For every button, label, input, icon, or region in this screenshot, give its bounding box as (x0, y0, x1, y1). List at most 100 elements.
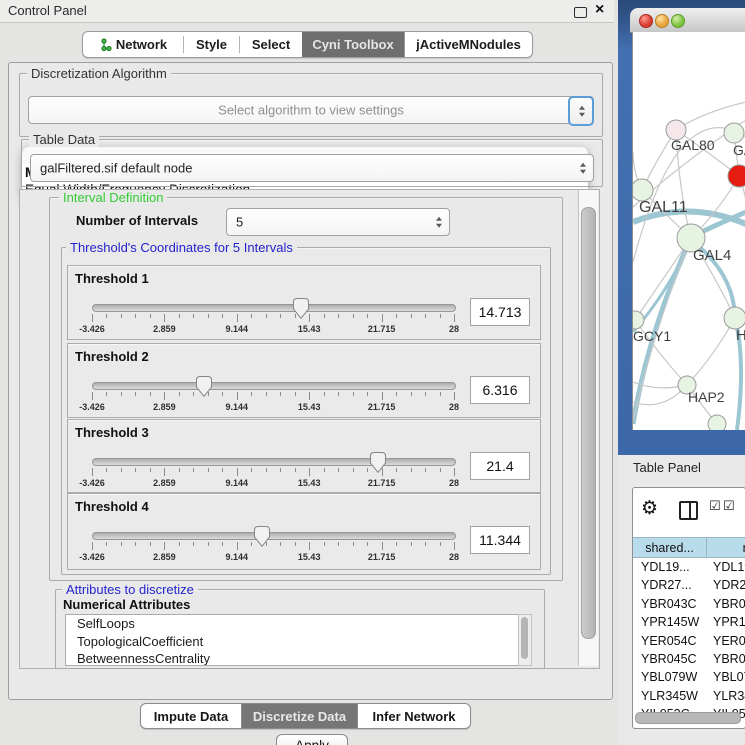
tab-select[interactable]: Select (240, 32, 302, 57)
tick-mark (454, 542, 455, 550)
node-gal[interactable] (724, 123, 744, 143)
node-gal11[interactable] (633, 179, 653, 201)
attribute-list-item[interactable]: BetweennessCentrality (66, 650, 518, 666)
tick-mark (280, 542, 281, 546)
tick-mark (164, 392, 165, 400)
close-icon[interactable]: × (595, 1, 604, 19)
tick-mark (208, 468, 209, 472)
float-window-icon[interactable] (574, 7, 587, 18)
tab-impute-data-label: Impute Data (154, 709, 228, 724)
threshold-4-slider[interactable]: -3.4262.8599.14415.4321.71528 (92, 524, 454, 564)
cell-name[interactable]: YDR27 (707, 576, 745, 594)
threshold-1-slider[interactable]: -3.4262.8599.14415.4321.71528 (92, 296, 454, 336)
cell-name[interactable]: YDL19 (707, 558, 745, 576)
cell-shared-name[interactable]: YDL19... (633, 558, 707, 576)
checkbox-icon[interactable]: ☑ (709, 499, 721, 514)
table-row[interactable]: YBL079WYBL079W (633, 668, 745, 686)
cell-shared-name[interactable]: YDR27... (633, 576, 707, 594)
node-label-gal: GAL (733, 142, 745, 158)
attribute-list-item[interactable]: SelfLoops (66, 615, 518, 633)
cell-name[interactable]: YBR043C (707, 595, 745, 613)
node-red-selected[interactable] (728, 165, 745, 187)
threshold-4-label: Threshold 4 (75, 499, 149, 514)
attributes-list-scrollbar[interactable] (518, 614, 532, 666)
tick-mark (353, 468, 354, 472)
zoom-traffic-light-icon[interactable] (671, 14, 685, 28)
gear-icon[interactable]: ⚙ (641, 497, 658, 519)
number-of-intervals-combobox[interactable]: 5 (226, 208, 450, 236)
close-traffic-light-icon[interactable] (639, 14, 653, 28)
tick-mark (382, 314, 383, 322)
columns-icon[interactable] (679, 501, 698, 520)
slider-track[interactable] (92, 382, 456, 390)
slider-track[interactable] (92, 304, 456, 312)
table-row[interactable]: YBR045CYBR045C (633, 650, 745, 668)
threshold-4-value-field[interactable]: 11.344 (470, 526, 530, 554)
cell-shared-name[interactable]: YLR345W (633, 687, 707, 705)
threshold-3-slider[interactable]: -3.4262.8599.14415.4321.71528 (92, 450, 454, 490)
threshold-1-value-field[interactable]: 14.713 (470, 298, 530, 326)
table-row[interactable]: YBR043CYBR043C (633, 595, 745, 613)
algorithm-combobox-stepper[interactable] (568, 96, 594, 126)
cyni-bottom-tabbar: Impute Data Discretize Data Infer Networ… (140, 703, 471, 729)
tick-mark (425, 392, 426, 396)
slider-track[interactable] (92, 458, 456, 466)
table-row[interactable]: YER054CYER054C (633, 632, 745, 650)
tick-mark (440, 314, 441, 318)
cell-name[interactable]: YLR345W (707, 687, 745, 705)
tab-infer-network[interactable]: Infer Network (357, 704, 470, 728)
cell-name[interactable]: YPR145W (707, 613, 745, 631)
slider-ticks (92, 314, 454, 323)
checkbox-icon[interactable]: ☑ (723, 499, 735, 514)
table-row[interactable]: YDR27...YDR27 (633, 576, 745, 594)
tick-mark (150, 314, 151, 318)
threshold-1-panel: Threshold 1 -3.4262.8599.14415.4321.7152… (67, 265, 541, 340)
threshold-2-panel: Threshold 2 -3.4262.8599.14415.4321.7152… (67, 343, 541, 418)
tick-mark (266, 542, 267, 546)
cell-name[interactable]: YBL079W (707, 668, 745, 686)
horizontal-scrollbar-thumb[interactable] (635, 712, 741, 724)
tick-mark (338, 542, 339, 546)
node-gcy1[interactable] (633, 311, 644, 329)
tab-jactivemnodules[interactable]: jActiveMNodules (404, 32, 532, 57)
apply-button[interactable]: Apply (276, 734, 348, 745)
minimize-traffic-light-icon[interactable] (655, 14, 669, 28)
tab-style[interactable]: Style (184, 32, 239, 57)
cell-shared-name[interactable]: YBL079W (633, 668, 707, 686)
algorithm-combobox[interactable]: Select algorithm to view settings (28, 96, 594, 124)
table-row[interactable]: YPR145WYPR145W (633, 613, 745, 631)
attribute-list-item[interactable]: TopologicalCoefficient (66, 633, 518, 651)
node-bottom[interactable] (708, 415, 726, 430)
slider-track[interactable] (92, 532, 456, 540)
table-data-group: Table Data galFiltered.sif default node (21, 139, 603, 187)
threshold-2-value-field[interactable]: 6.316 (470, 376, 530, 404)
threshold-2-slider[interactable]: -3.4262.8599.14415.4321.71528 (92, 374, 454, 414)
table-row[interactable]: YDL19...YDL19 (633, 558, 745, 576)
cell-shared-name[interactable]: YBR043C (633, 595, 707, 613)
table-row[interactable]: YLR345WYLR345W (633, 687, 745, 705)
column-header-name[interactable]: na (707, 537, 745, 558)
tab-network[interactable]: Network (83, 32, 183, 57)
cell-shared-name[interactable]: YER054C (633, 632, 707, 650)
network-canvas[interactable]: GAL80 GAL GAL11 GAL4 GCY1 H HAP2 (632, 32, 745, 430)
cell-name[interactable]: YER054C (707, 632, 745, 650)
tab-impute-data[interactable]: Impute Data (141, 704, 241, 728)
numerical-attributes-list[interactable]: SelfLoopsTopologicalCoefficientBetweenne… (65, 614, 519, 666)
network-icon (99, 38, 112, 52)
vertical-scrollbar-thumb[interactable] (581, 207, 596, 639)
threshold-3-value-field[interactable]: 21.4 (470, 452, 530, 480)
tick-mark (222, 542, 223, 546)
table-data-combobox[interactable]: galFiltered.sif default node (30, 154, 594, 182)
cell-shared-name[interactable]: YPR145W (633, 613, 707, 631)
node-h[interactable] (724, 307, 745, 329)
cell-shared-name[interactable]: YBR045C (633, 650, 707, 668)
tab-discretize-data[interactable]: Discretize Data (241, 704, 357, 728)
tick-mark (411, 392, 412, 396)
tab-cyni-toolbox[interactable]: Cyni Toolbox (302, 32, 404, 57)
network-window-titlebar[interactable] (630, 8, 745, 33)
tick-mark (208, 542, 209, 546)
column-header-shared[interactable]: shared... (633, 537, 707, 558)
cell-name[interactable]: YBR045C (707, 650, 745, 668)
tick-mark (440, 468, 441, 472)
tick-mark (295, 542, 296, 546)
